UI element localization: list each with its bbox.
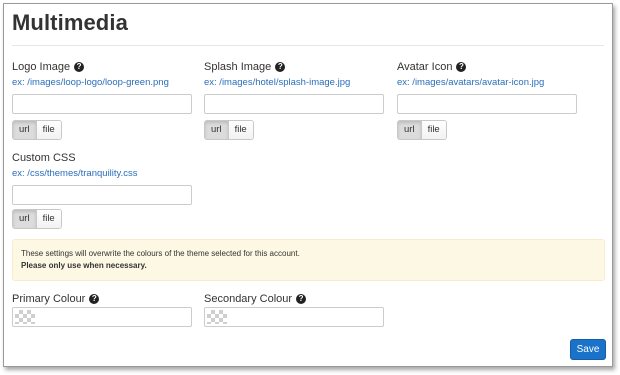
secondary-colour-label: Secondary Colour <box>204 293 293 305</box>
avatar-icon-source-toggle: url file <box>397 120 447 140</box>
transparent-swatch-icon[interactable] <box>15 310 35 324</box>
custom-css-input[interactable] <box>12 185 192 205</box>
custom-css-label: Custom CSS <box>12 152 76 164</box>
title-divider <box>12 45 604 46</box>
secondary-colour-field: Secondary Colour ? <box>204 292 384 306</box>
logo-image-source-toggle: url file <box>12 120 62 140</box>
splash-image-source-toggle: url file <box>204 120 254 140</box>
splash-image-input[interactable] <box>204 94 384 114</box>
primary-colour-field: Primary Colour ? <box>12 292 192 306</box>
avatar-icon-hint: ex: /images/avatars/avatar-icon.jpg <box>397 77 545 88</box>
avatar-icon-label: Avatar Icon <box>397 61 453 73</box>
page-title: Multimedia <box>12 10 128 35</box>
question-circle-icon[interactable]: ? <box>456 62 467 72</box>
alert-message: These settings will overwrite the colour… <box>21 249 300 258</box>
splash-image-field: Splash Image ? ex: /images/hotel/splash-… <box>204 60 384 114</box>
colour-override-alert: These settings will overwrite the colour… <box>12 239 605 281</box>
save-button[interactable]: Save <box>570 339 606 360</box>
splash-image-label: Splash Image <box>204 61 272 73</box>
custom-css-field: Custom CSS ex: /css/themes/tranquility.c… <box>12 151 192 205</box>
splash-image-url-button[interactable]: url <box>205 121 228 139</box>
logo-image-field: Logo Image ? ex: /images/loop-logo/loop-… <box>12 60 192 114</box>
question-circle-icon[interactable]: ? <box>89 294 100 304</box>
question-circle-icon[interactable]: ? <box>275 62 286 72</box>
logo-image-label: Logo Image <box>12 61 71 73</box>
custom-css-url-button[interactable]: url <box>13 210 36 228</box>
primary-colour-picker[interactable] <box>12 307 192 327</box>
avatar-icon-input[interactable] <box>397 94 577 114</box>
logo-image-hint: ex: /images/loop-logo/loop-green.png <box>12 77 169 88</box>
question-circle-icon[interactable]: ? <box>296 294 307 304</box>
custom-css-hint: ex: /css/themes/tranquility.css <box>12 168 138 179</box>
custom-css-source-toggle: url file <box>12 209 62 229</box>
primary-colour-label: Primary Colour <box>12 293 86 305</box>
logo-image-url-button[interactable]: url <box>13 121 36 139</box>
multimedia-panel: Multimedia Logo Image ? ex: /images/loop… <box>3 3 613 367</box>
question-circle-icon[interactable]: ? <box>74 62 85 72</box>
secondary-colour-picker[interactable] <box>204 307 384 327</box>
splash-image-hint: ex: /images/hotel/splash-image.jpg <box>204 77 351 88</box>
alert-emphasis: Please only use when necessary. <box>21 261 147 270</box>
logo-image-file-button[interactable]: file <box>35 121 61 139</box>
avatar-icon-field: Avatar Icon ? ex: /images/avatars/avatar… <box>397 60 577 114</box>
logo-image-input[interactable] <box>12 94 192 114</box>
avatar-icon-url-button[interactable]: url <box>398 121 421 139</box>
custom-css-file-button[interactable]: file <box>35 210 61 228</box>
avatar-icon-file-button[interactable]: file <box>420 121 446 139</box>
transparent-swatch-icon[interactable] <box>207 310 227 324</box>
splash-image-file-button[interactable]: file <box>227 121 253 139</box>
